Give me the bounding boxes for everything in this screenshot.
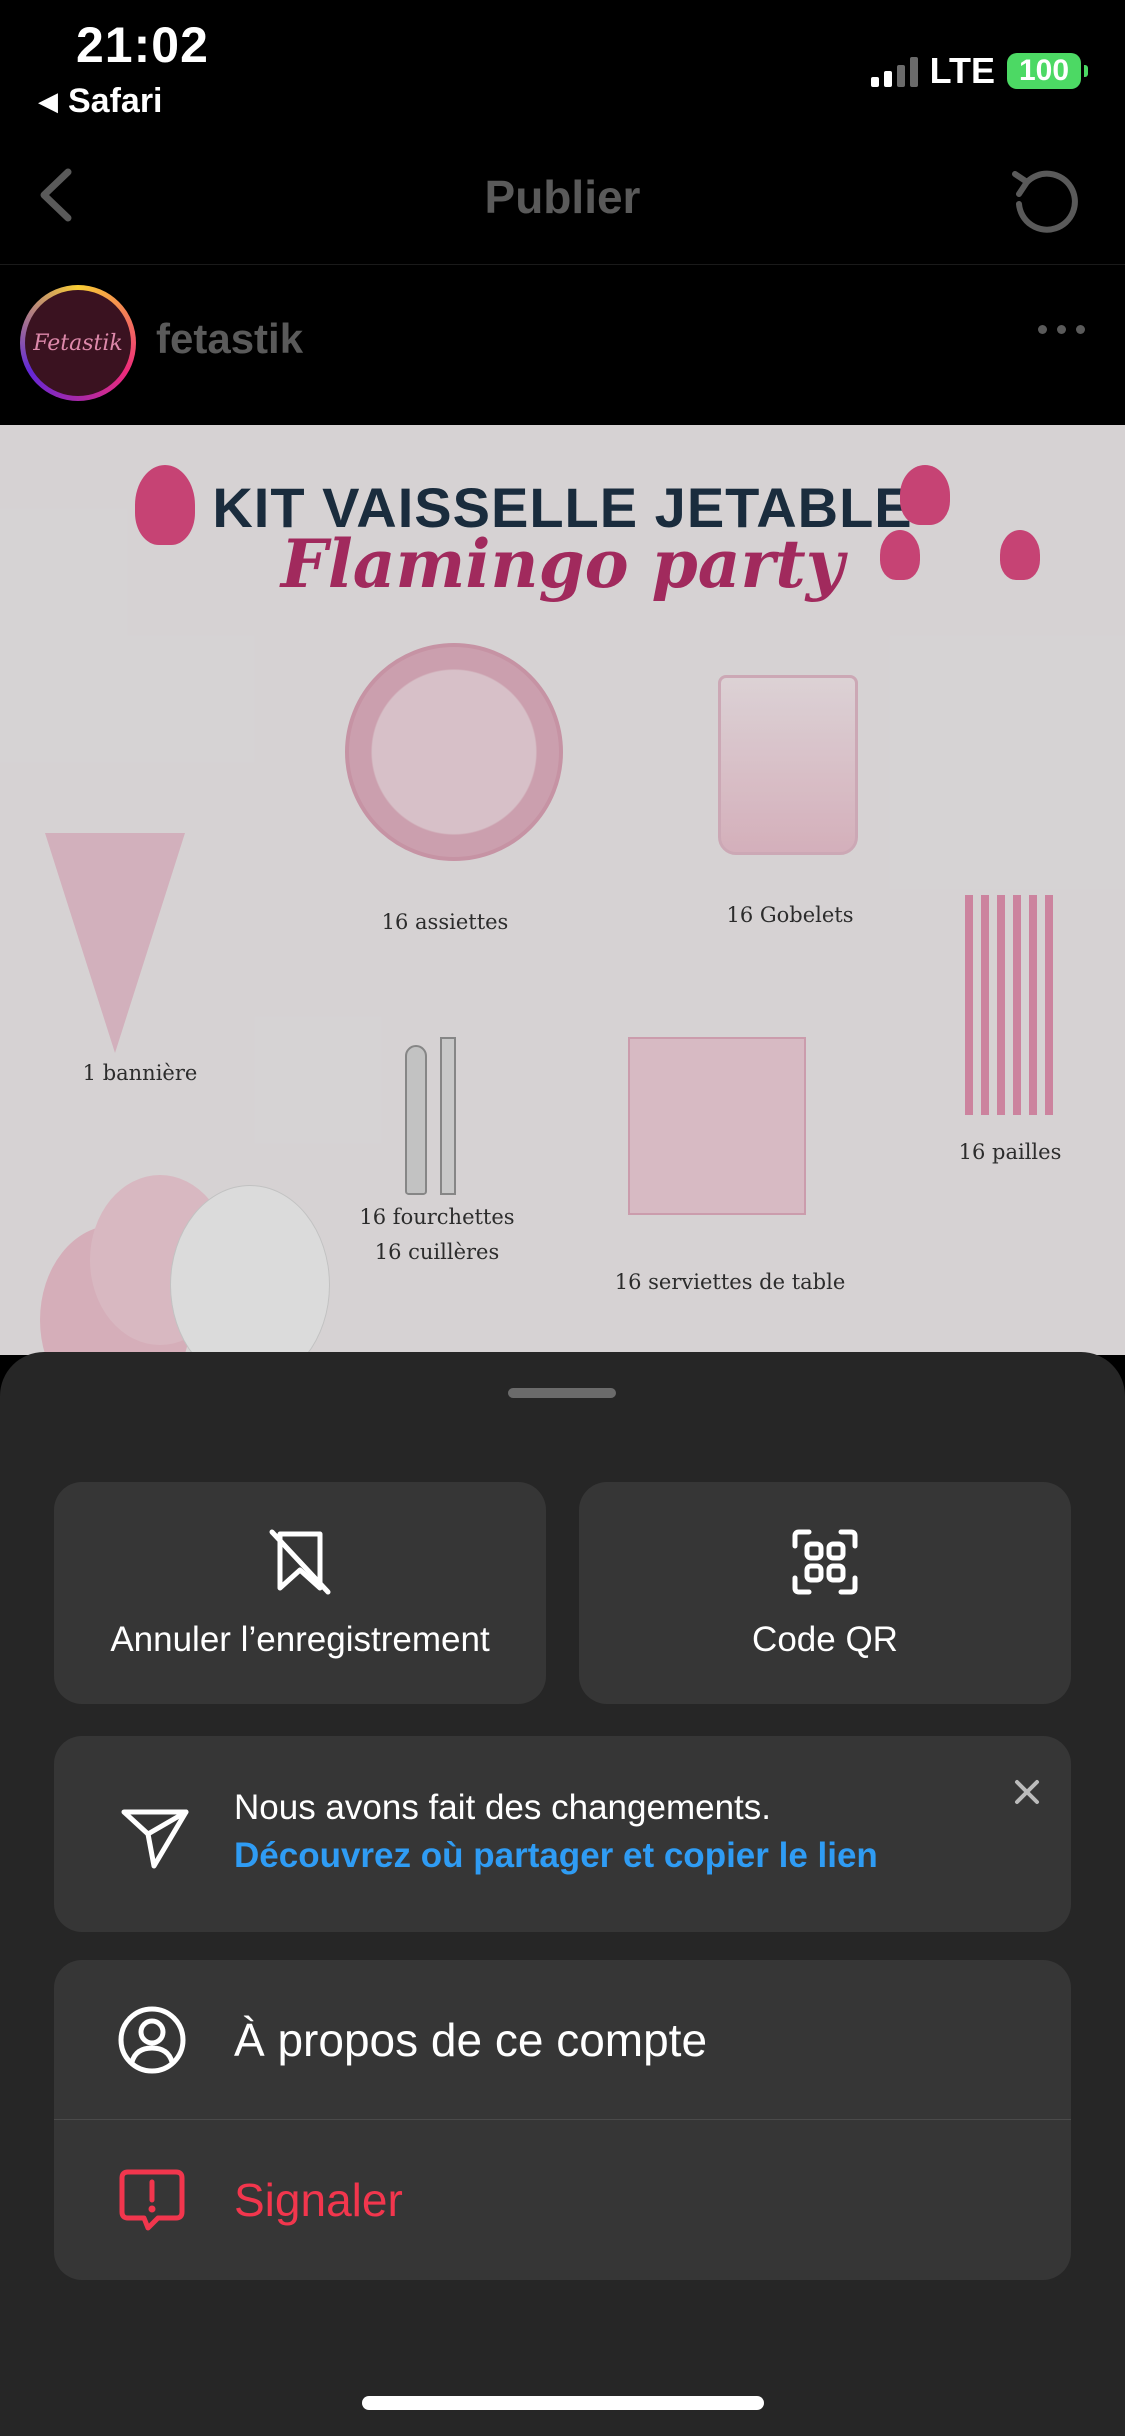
flamingo-illustration — [880, 530, 920, 580]
caption-cups: 16 Gobelets — [726, 903, 854, 927]
notice-link[interactable]: Découvrez où partager et copier le lien — [234, 1836, 878, 1876]
page-title: Publier — [484, 171, 641, 223]
cellular-signal-icon — [870, 55, 918, 87]
qr-code-label: Code QR — [752, 1620, 898, 1659]
battery-icon: 100 — [1007, 53, 1088, 89]
caption-forks: 16 fourchettes — [359, 1205, 515, 1229]
cup-illustration — [718, 675, 858, 855]
report-icon — [119, 2169, 185, 2231]
status-bar: 21:02 ◀ Safari LTE 100 — [0, 0, 1125, 130]
napkin-illustration — [628, 1037, 806, 1215]
back-app-label: Safari — [68, 82, 163, 120]
options-sheet: Annuler l’enregistrement Code QR Nous av… — [0, 1352, 1125, 2436]
banner-illustration — [45, 833, 185, 1053]
flamingo-illustration — [900, 465, 950, 525]
about-account-label: À propos de ce compte — [234, 2013, 708, 2066]
straws-illustration — [965, 895, 1055, 1115]
back-to-app-link[interactable]: ◀ Safari — [38, 82, 163, 121]
unsave-button[interactable]: Annuler l’enregistrement — [54, 1482, 546, 1704]
avatar-logo-text: Fetastik — [25, 290, 131, 396]
qr-code-icon — [792, 1529, 858, 1595]
network-type: LTE — [929, 50, 995, 91]
send-icon — [121, 1809, 189, 1869]
bookmark-slash-icon — [269, 1529, 331, 1595]
caption-straws: 16 pailles — [958, 1140, 1062, 1164]
spoon-illustration — [405, 1045, 427, 1195]
caption-spoons: 16 cuillères — [374, 1240, 500, 1264]
sheet-grabber[interactable] — [508, 1388, 616, 1398]
post-image: KIT VAISSELLE JETABLE Flamingo party 16 … — [0, 425, 1125, 1355]
close-icon[interactable] — [1007, 1772, 1047, 1812]
home-indicator[interactable] — [362, 2396, 764, 2410]
report-item[interactable]: Signaler — [54, 2120, 1071, 2280]
report-label: Signaler — [234, 2174, 403, 2226]
qr-code-button[interactable]: Code QR — [579, 1482, 1071, 1704]
caption-banner: 1 bannière — [82, 1061, 198, 1085]
options-menu: À propos de ce compte Signaler — [54, 1960, 1071, 2280]
back-triangle-icon: ◀ — [38, 86, 58, 116]
username[interactable]: fetastik — [156, 315, 303, 363]
caption-napkins: 16 serviettes de table — [614, 1270, 846, 1294]
user-circle-icon — [118, 2006, 186, 2073]
more-options-icon[interactable] — [1038, 325, 1085, 334]
avatar[interactable]: Fetastik — [20, 285, 136, 401]
plate-illustration — [345, 643, 563, 861]
refresh-icon[interactable] — [1005, 160, 1085, 240]
fork-illustration — [440, 1037, 456, 1195]
status-time: 21:02 — [76, 17, 209, 73]
notice-text: Nous avons fait des changements. — [234, 1788, 771, 1827]
post-author-row: Fetastik fetastik — [0, 265, 1125, 425]
nav-header: Publier — [0, 130, 1125, 265]
caption-plates: 16 assiettes — [381, 910, 509, 934]
share-notice-card[interactable]: Nous avons fait des changements. Découvr… — [54, 1736, 1071, 1932]
about-account-item[interactable]: À propos de ce compte — [54, 1960, 1071, 2120]
battery-level: 100 — [1018, 54, 1070, 87]
status-indicators: LTE 100 — [870, 50, 1088, 92]
flamingo-illustration — [135, 465, 195, 545]
unsave-label: Annuler l’enregistrement — [110, 1620, 490, 1659]
flamingo-illustration — [1000, 530, 1040, 580]
